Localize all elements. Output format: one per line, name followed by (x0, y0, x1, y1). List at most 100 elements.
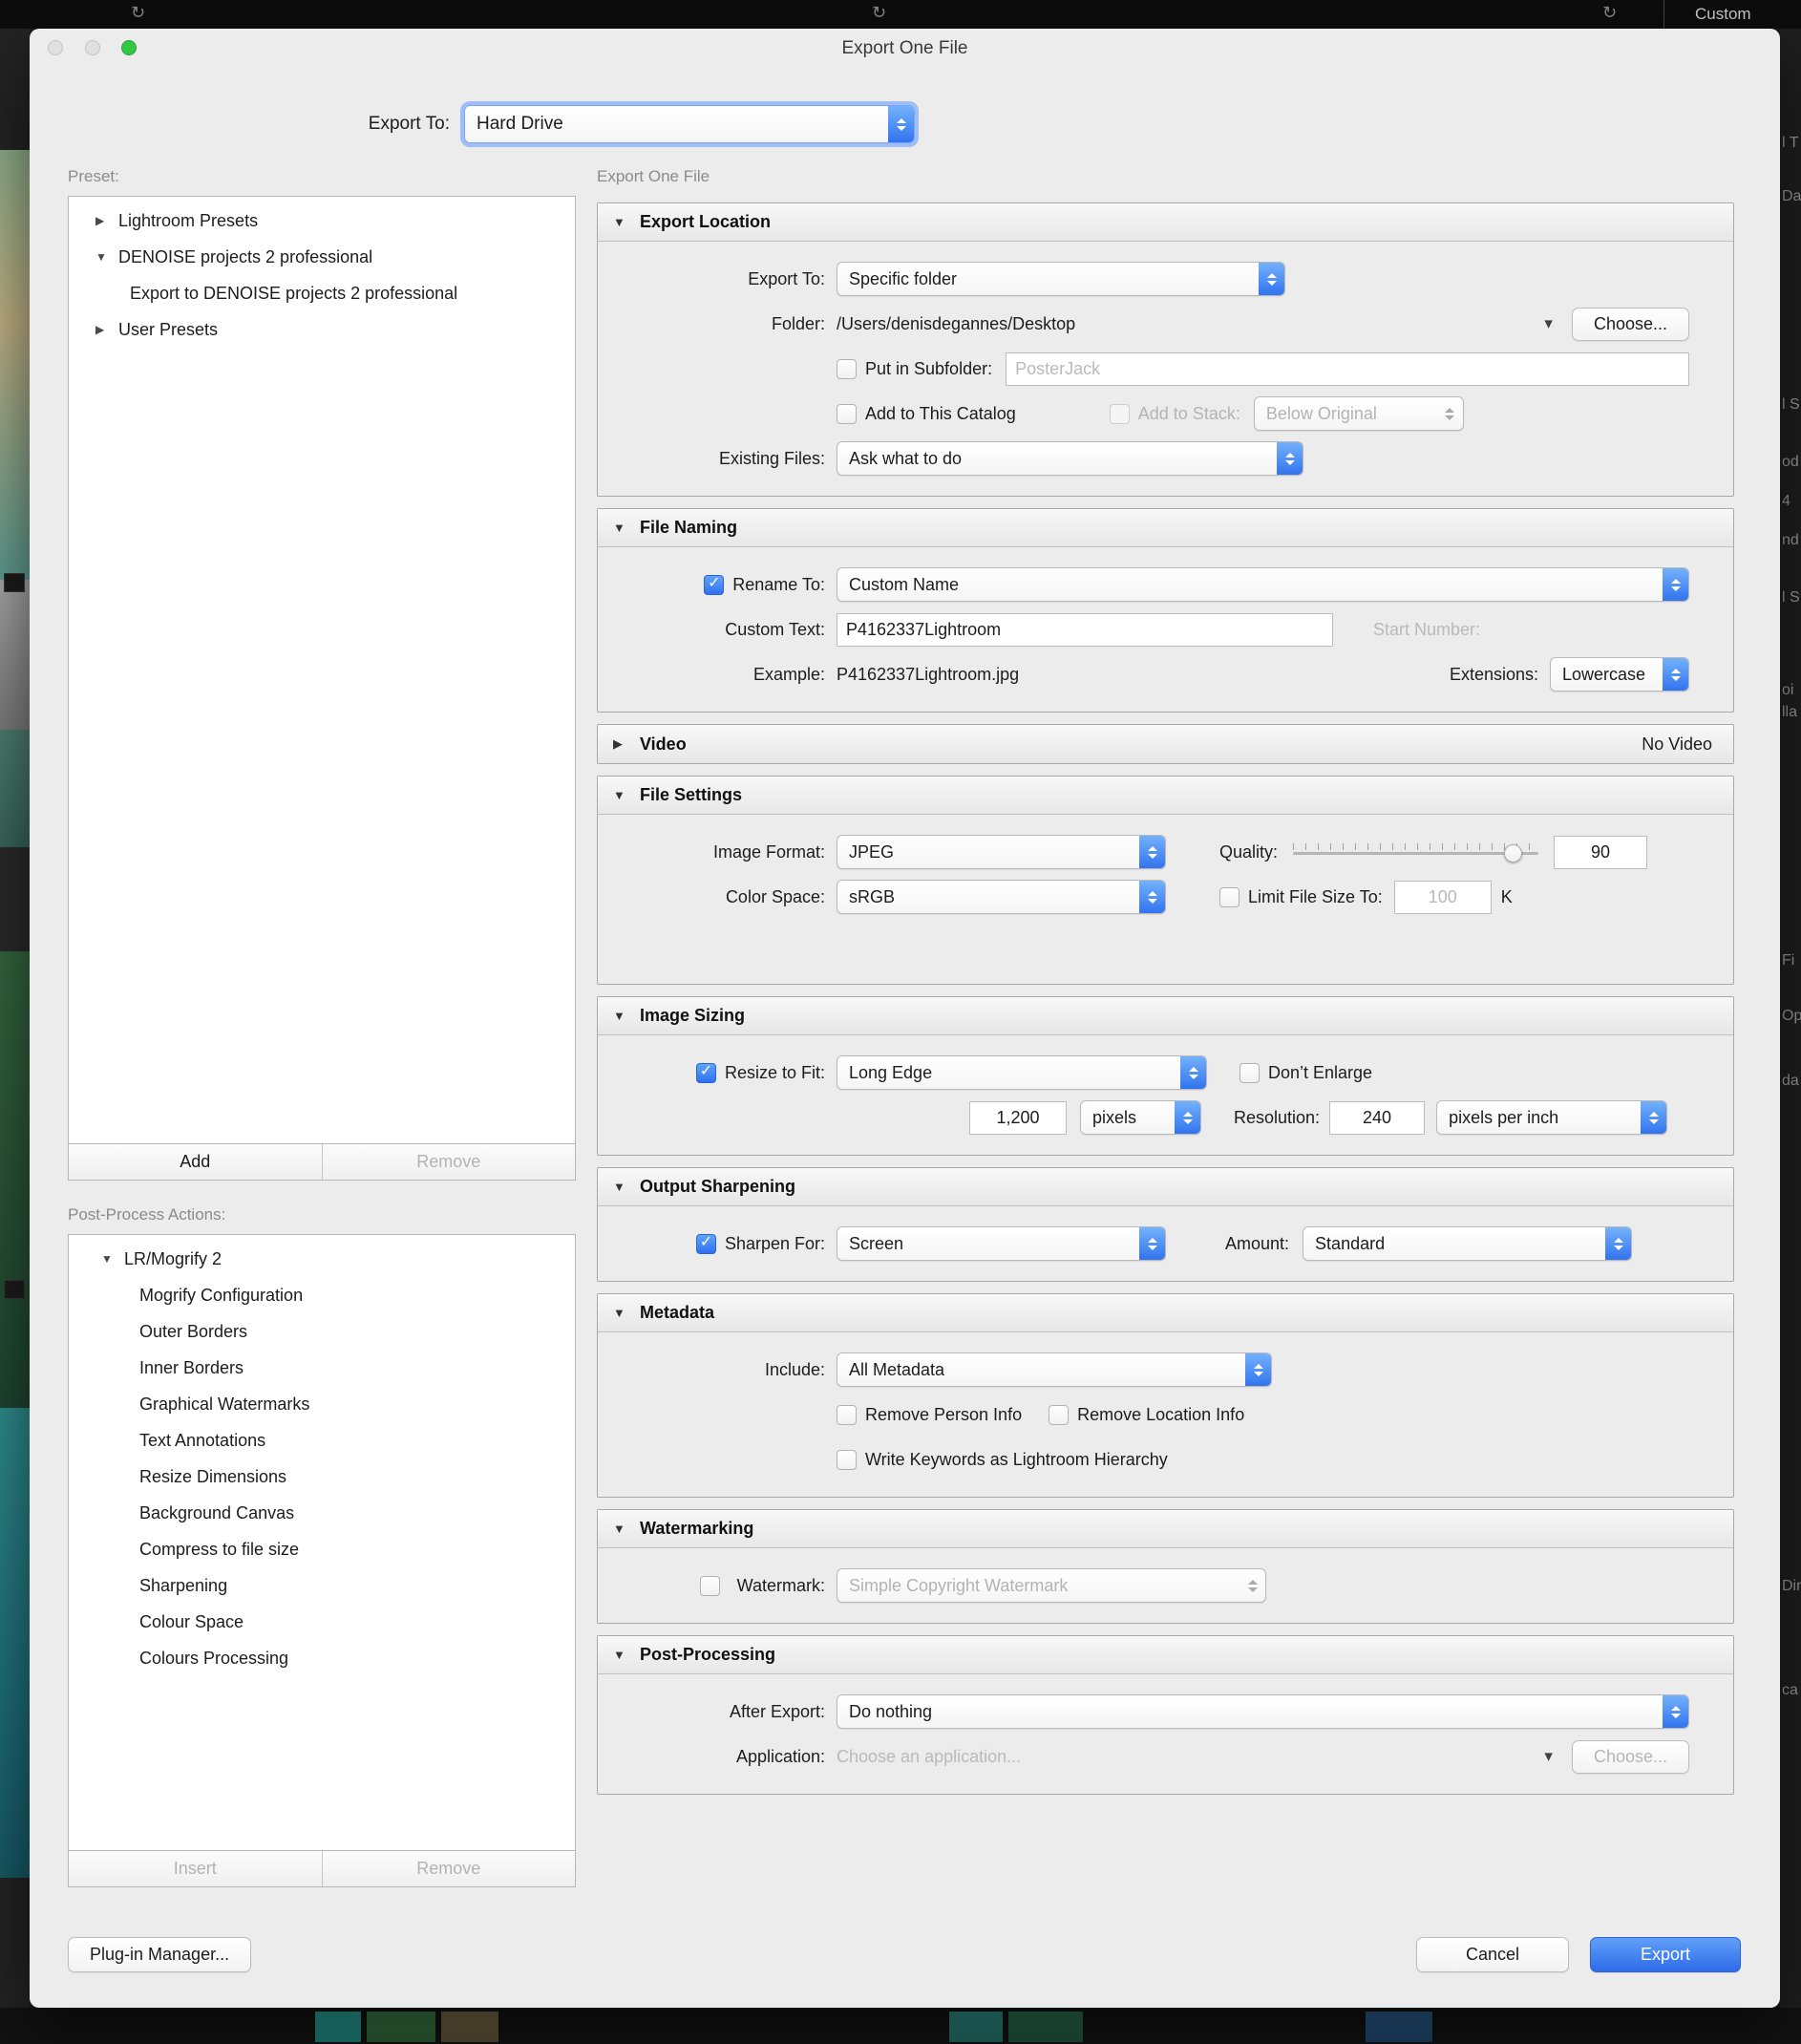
video-header[interactable]: ▶ Video No Video (598, 725, 1733, 763)
rename-to-checkbox[interactable]: ✓ (704, 574, 725, 595)
after-export-popup[interactable]: Do nothing (837, 1694, 1689, 1729)
preset-item-export-to-denoise[interactable]: Export to DENOISE projects 2 professiona… (69, 275, 575, 311)
resize-mode-popup[interactable]: Long Edge (837, 1055, 1207, 1090)
resize-dimension-field[interactable]: 1,200 (969, 1100, 1067, 1135)
remove-preset-button[interactable]: Remove (321, 1144, 576, 1180)
resolution-field[interactable]: 240 (1329, 1100, 1426, 1135)
custom-text-field[interactable]: P4162337Lightroom (837, 612, 1333, 647)
export-destination-popup[interactable]: Hard Drive (464, 105, 915, 143)
close-window-button[interactable] (48, 40, 63, 55)
limit-file-size-field[interactable]: 100 (1393, 880, 1492, 914)
preset-item-user-presets[interactable]: ▶ User Presets (69, 311, 575, 348)
file-naming-header[interactable]: ▼ File Naming (598, 509, 1733, 547)
dont-enlarge-checkbox[interactable] (1240, 1062, 1260, 1083)
chevron-updown-icon (1175, 1101, 1200, 1134)
postprocess-item-lr-mogrify[interactable]: ▼ LR/Mogrify 2 (69, 1241, 575, 1277)
export-button[interactable]: Export (1590, 1937, 1741, 1972)
color-space-popup[interactable]: sRGB (837, 880, 1166, 914)
write-keywords-checkbox[interactable] (837, 1449, 857, 1470)
existing-files-popup[interactable]: Ask what to do (837, 441, 1303, 476)
put-in-subfolder-checkbox[interactable] (837, 358, 857, 379)
dont-enlarge-label: Don’t Enlarge (1268, 1062, 1373, 1082)
disclosure-triangle-icon[interactable]: ▼ (101, 1252, 124, 1266)
add-to-stack-label: Add to Stack: (1137, 403, 1240, 423)
postprocess-item-text-annotations[interactable]: Text Annotations (69, 1422, 575, 1458)
add-to-catalog-checkbox[interactable] (837, 403, 857, 424)
preset-item-denoise-projects[interactable]: ▼ DENOISE projects 2 professional (69, 239, 575, 275)
postprocess-item-compress-to-file-size[interactable]: Compress to file size (69, 1531, 575, 1567)
postprocess-item-inner-borders[interactable]: Inner Borders (69, 1350, 575, 1386)
tree-item-label: Lightroom Presets (118, 210, 259, 230)
chevron-updown-icon (1245, 1353, 1271, 1386)
disclosure-triangle-icon[interactable]: ▶ (95, 323, 118, 336)
image-sizing-header[interactable]: ▼ Image Sizing (598, 997, 1733, 1035)
watermark-style-popup[interactable]: Simple Copyright Watermark (837, 1568, 1266, 1603)
output-sharpening-header[interactable]: ▼ Output Sharpening (598, 1168, 1733, 1206)
amount-popup[interactable]: Standard (1303, 1226, 1633, 1261)
sharpen-for-popup[interactable]: Screen (837, 1226, 1166, 1261)
remove-person-info-checkbox[interactable] (837, 1404, 857, 1425)
clipped-panel-text: nd (1782, 532, 1799, 548)
disclosure-triangle-icon[interactable]: ▼ (95, 250, 118, 264)
clipped-panel-text: Dim (1782, 1578, 1801, 1594)
example-label: Example: (752, 664, 825, 684)
add-preset-button[interactable]: Add (69, 1144, 322, 1180)
disclosure-triangle-icon[interactable]: ▶ (95, 214, 118, 227)
extensions-popup[interactable]: Lowercase (1550, 657, 1689, 692)
quality-value-field[interactable]: 90 (1554, 835, 1648, 869)
watermark-checkbox[interactable] (699, 1575, 720, 1596)
lightroom-toolbar-background: ↻ ↻ ↻ Custom (0, 0, 1801, 29)
postprocess-item-colour-space[interactable]: Colour Space (69, 1604, 575, 1640)
popup-value: Ask what to do (849, 448, 963, 468)
postprocess-item-mogrify-configuration[interactable]: Mogrify Configuration (69, 1277, 575, 1313)
metadata-include-popup[interactable]: All Metadata (837, 1352, 1272, 1387)
plugin-manager-button[interactable]: Plug-in Manager... (68, 1937, 252, 1972)
tree-item-label: Inner Borders (139, 1357, 244, 1377)
application-caret-icon[interactable]: ▾ (1544, 1747, 1553, 1766)
size-unit-popup[interactable]: pixels (1080, 1100, 1201, 1135)
minimize-window-button[interactable] (85, 40, 100, 55)
remove-location-info-checkbox[interactable] (1049, 1404, 1070, 1425)
checkmark-icon: ✓ (699, 1234, 713, 1250)
subfolder-name-field[interactable]: PosterJack (1006, 351, 1689, 386)
recent-folders-caret-icon[interactable]: ▾ (1544, 314, 1553, 333)
export-location-header[interactable]: ▼ Export Location (598, 203, 1733, 242)
choose-application-button[interactable]: Choose... (1571, 1739, 1689, 1774)
postprocess-item-outer-borders[interactable]: Outer Borders (69, 1313, 575, 1350)
clipped-panel-text: Op (1782, 1008, 1801, 1024)
cancel-button[interactable]: Cancel (1416, 1937, 1569, 1972)
zoom-window-button[interactable] (121, 40, 137, 55)
metadata-header[interactable]: ▼ Metadata (598, 1294, 1733, 1332)
resize-to-fit-checkbox[interactable]: ✓ (695, 1062, 716, 1083)
limit-unit-label: K (1500, 886, 1513, 906)
sharpen-for-checkbox[interactable]: ✓ (695, 1233, 716, 1254)
section-title: File Naming (640, 518, 738, 537)
export-to-folder-popup[interactable]: Specific folder (837, 262, 1285, 296)
disclosure-triangle-icon: ▼ (613, 1306, 625, 1320)
add-to-stack-checkbox[interactable] (1109, 403, 1130, 424)
chevron-updown-icon (1139, 836, 1165, 868)
postprocess-item-background-canvas[interactable]: Background Canvas (69, 1495, 575, 1531)
extensions-label: Extensions: (1449, 664, 1538, 684)
postprocess-item-colours-processing[interactable]: Colours Processing (69, 1640, 575, 1676)
section-title: Post-Processing (640, 1645, 776, 1664)
quality-slider-thumb[interactable] (1504, 844, 1523, 862)
postprocess-item-graphical-watermarks[interactable]: Graphical Watermarks (69, 1386, 575, 1422)
choose-folder-button[interactable]: Choose... (1571, 307, 1689, 341)
post-processing-header[interactable]: ▼ Post-Processing (598, 1636, 1733, 1674)
quality-slider[interactable] (1293, 840, 1539, 864)
limit-file-size-checkbox[interactable] (1219, 886, 1240, 907)
postprocess-item-resize-dimensions[interactable]: Resize Dimensions (69, 1458, 575, 1495)
insert-action-button[interactable]: Insert (69, 1851, 322, 1886)
rename-template-popup[interactable]: Custom Name (837, 567, 1689, 602)
remove-action-button[interactable]: Remove (321, 1851, 576, 1886)
watermarking-header[interactable]: ▼ Watermarking (598, 1510, 1733, 1548)
section-title: Export Location (640, 212, 772, 231)
stack-position-popup[interactable]: Below Original (1253, 396, 1464, 431)
postprocess-item-sharpening[interactable]: Sharpening (69, 1567, 575, 1604)
file-settings-header[interactable]: ▼ File Settings (598, 777, 1733, 815)
image-format-popup[interactable]: JPEG (837, 835, 1166, 869)
resolution-unit-popup[interactable]: pixels per inch (1436, 1100, 1668, 1135)
existing-files-label: Existing Files: (718, 448, 825, 468)
preset-item-lightroom-presets[interactable]: ▶ Lightroom Presets (69, 202, 575, 239)
